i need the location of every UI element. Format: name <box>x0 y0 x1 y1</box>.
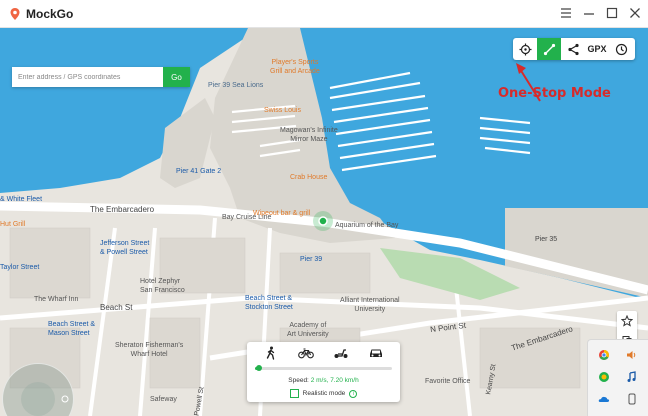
favorite-star-icon[interactable] <box>617 311 637 331</box>
speed-panel: Speed: 2 m/s, 7.20 km/h Realistic mode i <box>247 342 400 402</box>
poi-label: Wharf Hotel <box>130 351 168 358</box>
poi-label: Sheraton Fisherman's <box>115 342 184 349</box>
chrome-icon[interactable] <box>590 344 618 366</box>
app-title: MockGo <box>26 6 74 21</box>
current-location-dot <box>318 216 328 226</box>
maximize-icon[interactable] <box>605 4 619 22</box>
poi-sheraton[interactable]: Sheraton Fisherman's Wharf Hotel <box>115 341 183 359</box>
usb-icon[interactable] <box>618 388 646 410</box>
poi-label: Jefferson Street <box>100 240 150 247</box>
minimize-icon[interactable] <box>582 4 596 22</box>
share-route-icon <box>567 43 579 55</box>
map-pin-icon <box>8 7 22 21</box>
realistic-mode-label: Realistic mode <box>302 390 346 397</box>
speed-value: 2 m/s, 7.20 km/h <box>310 377 359 384</box>
speed-slider[interactable] <box>255 365 392 371</box>
poi-label: & Powell Street <box>100 249 148 256</box>
poi-label: Magowan's Infinite <box>280 127 338 134</box>
joystick-arrow-icon <box>61 395 69 403</box>
poi-players-sports[interactable]: Player's Sports Grill and Arcade <box>270 58 320 76</box>
window-controls <box>559 4 642 22</box>
poi-favorite-office[interactable]: Favorite Office <box>425 378 470 385</box>
info-icon[interactable]: i <box>349 389 358 398</box>
poi-label: University <box>354 306 386 313</box>
crosshair-icon <box>519 43 531 55</box>
poi-hotel-zephyr[interactable]: Hotel Zephyr San Francisco <box>140 277 185 295</box>
search-bar: Go <box>12 67 190 87</box>
poi-label: Beach Street & <box>48 321 96 328</box>
speed-slider-handle[interactable] <box>256 365 262 371</box>
car-mode-icon[interactable] <box>365 344 387 362</box>
one-stop-mode-annotation: One-Stop Mode <box>498 86 611 101</box>
realistic-mode-row: Realistic mode i <box>247 389 400 398</box>
poi-alliant[interactable]: Alliant International University <box>340 296 400 314</box>
poi-safeway[interactable]: Safeway <box>150 396 177 403</box>
onedrive-icon[interactable] <box>590 388 618 410</box>
scooter-mode-icon[interactable] <box>330 344 352 362</box>
poi-label: Beach Street & <box>245 295 293 302</box>
poi-label: Alliant International <box>340 297 400 304</box>
movement-modes <box>247 342 400 364</box>
close-icon[interactable] <box>628 4 642 22</box>
history-icon[interactable] <box>609 38 633 60</box>
poi-wharf-inn[interactable]: The Wharf Inn <box>34 296 78 303</box>
poi-beach-stockton[interactable]: Beach Street & Stockton Street <box>245 294 293 312</box>
street-label-beach: Beach St <box>100 303 133 312</box>
realistic-mode-checkbox[interactable] <box>289 389 299 398</box>
poi-label: San Francisco <box>140 287 185 294</box>
poi-pier35[interactable]: Pier 35 <box>535 236 557 243</box>
one-stop-mode-button[interactable] <box>537 38 561 60</box>
menu-icon[interactable] <box>559 4 573 22</box>
poi-label: Art University <box>287 331 329 338</box>
poi-pier39[interactable]: Pier 39 <box>300 256 322 263</box>
app-tray-icon[interactable] <box>590 366 618 388</box>
poi-label: Academy of <box>289 322 327 329</box>
mode-toolbar: GPX <box>513 38 635 60</box>
poi-academy[interactable]: Academy of Art University <box>287 321 329 339</box>
volume-icon[interactable] <box>618 344 646 366</box>
poi-aquarium[interactable]: Aquarium of the Bay <box>335 222 398 229</box>
poi-pier41-gate[interactable]: Pier 41 Gate 2 <box>176 168 221 175</box>
poi-crab-house[interactable]: Crab House <box>290 174 327 181</box>
poi-label: Player's Sports <box>271 59 319 66</box>
multi-stop-mode-button[interactable] <box>561 38 585 60</box>
poi-beach-mason[interactable]: Beach Street & Mason Street <box>48 320 95 338</box>
speed-label: Speed: <box>288 377 309 384</box>
joystick-control[interactable] <box>2 363 74 416</box>
street-label-embarcadero: The Embarcadero <box>90 205 155 214</box>
gpx-import-button[interactable]: GPX <box>585 38 609 60</box>
poi-white-fleet[interactable]: & White Fleet <box>0 196 42 203</box>
music-icon[interactable] <box>618 366 646 388</box>
address-search-input[interactable] <box>12 67 163 87</box>
title-bar: MockGo <box>0 0 648 28</box>
poi-label: Mason Street <box>48 330 90 337</box>
poi-label: Hotel Zephyr <box>140 278 181 285</box>
app-logo: MockGo <box>8 7 73 21</box>
poi-label: Grill and Arcade <box>270 68 320 75</box>
poi-label: Stockton Street <box>245 304 293 311</box>
poi-taylor-street[interactable]: Taylor Street <box>0 264 39 271</box>
go-button[interactable]: Go <box>163 67 190 87</box>
teleport-mode-button[interactable] <box>513 38 537 60</box>
poi-label: Mirror Maze <box>290 136 328 143</box>
poi-bay-cruise[interactable]: Bay Cruise Line <box>222 214 271 221</box>
one-stop-route-icon <box>543 43 555 55</box>
walk-mode-icon[interactable] <box>260 344 282 362</box>
poi-swiss-louis[interactable]: Swiss Louis <box>264 107 301 114</box>
poi-jefferson-powell[interactable]: Jefferson Street & Powell Street <box>100 239 149 257</box>
poi-magowans[interactable]: Magowan's Infinite Mirror Maze <box>280 126 338 144</box>
poi-sea-lions[interactable]: Pier 39 Sea Lions <box>208 82 263 89</box>
system-tray-flyout <box>587 339 648 416</box>
poi-hut-grill[interactable]: Hut Grill <box>0 221 25 228</box>
kearny-road <box>453 277 472 416</box>
bike-mode-icon[interactable] <box>295 344 317 362</box>
speed-readout: Speed: 2 m/s, 7.20 km/h <box>247 377 400 384</box>
